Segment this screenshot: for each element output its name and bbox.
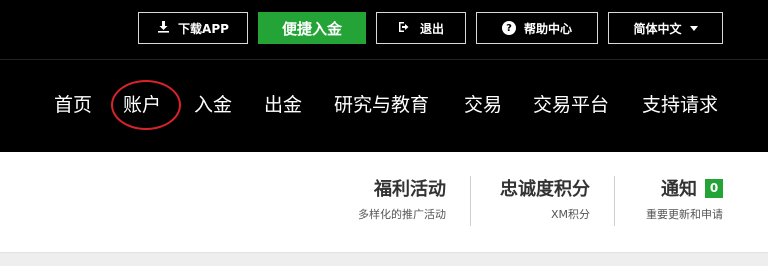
nav-item-withdraw[interactable]: 出金 xyxy=(264,90,302,120)
loyalty-points-card[interactable]: 忠诚度积分 XM积分 xyxy=(500,178,590,222)
quick-deposit-label: 便捷入金 xyxy=(281,19,342,38)
question-icon: ? xyxy=(501,21,516,35)
nav-item-trading[interactable]: 交易 xyxy=(464,90,502,120)
download-app-button[interactable]: 下载APP xyxy=(138,12,248,44)
top-bar: 下载APP 便捷入金 退出 ? 帮助中心 简体中文 xyxy=(0,0,768,60)
highlight-circle xyxy=(111,80,181,130)
logout-button[interactable]: 退出 xyxy=(376,12,466,44)
chevron-down-icon xyxy=(689,25,698,31)
language-label: 简体中文 xyxy=(633,21,682,36)
loyalty-points-subtitle: XM积分 xyxy=(550,208,590,221)
download-app-label: 下载APP xyxy=(178,21,229,36)
nav-item-research-education[interactable]: 研究与教育 xyxy=(334,90,429,120)
nav-item-home[interactable]: 首页 xyxy=(54,90,92,120)
divider xyxy=(470,176,471,226)
download-icon xyxy=(157,20,170,36)
notifications-card[interactable]: 通知 0 重要更新和申请 xyxy=(646,178,723,222)
help-center-button[interactable]: ? 帮助中心 xyxy=(476,12,598,44)
divider xyxy=(614,176,615,226)
promotions-card[interactable]: 福利活动 多样化的推广活动 xyxy=(358,178,446,222)
help-center-label: 帮助中心 xyxy=(523,21,572,36)
logout-icon xyxy=(398,21,412,36)
nav-item-deposit[interactable]: 入金 xyxy=(194,90,232,120)
account-summary-bar: 福利活动 多样化的推广活动 忠诚度积分 XM积分 通知 0 重要更新和申请 xyxy=(0,152,768,252)
language-select[interactable]: 简体中文 xyxy=(608,12,723,44)
promotions-subtitle: 多样化的推广活动 xyxy=(358,208,446,221)
page-body xyxy=(0,252,768,266)
promotions-title: 福利活动 xyxy=(374,179,446,200)
notifications-subtitle: 重要更新和申请 xyxy=(646,208,723,221)
nav-item-trading-platform[interactable]: 交易平台 xyxy=(533,90,609,120)
loyalty-points-title: 忠诚度积分 xyxy=(500,179,590,200)
nav-item-support-request[interactable]: 支持请求 xyxy=(642,90,718,120)
site-header: 下载APP 便捷入金 退出 ? 帮助中心 简体中文 首页 账户 入金 出金 研究… xyxy=(0,0,768,152)
notifications-title-row: 通知 0 xyxy=(646,178,723,202)
notifications-title: 通知 xyxy=(661,179,697,200)
notification-count-badge: 0 xyxy=(705,179,723,198)
quick-deposit-button[interactable]: 便捷入金 xyxy=(258,12,366,44)
logout-label: 退出 xyxy=(419,21,444,36)
